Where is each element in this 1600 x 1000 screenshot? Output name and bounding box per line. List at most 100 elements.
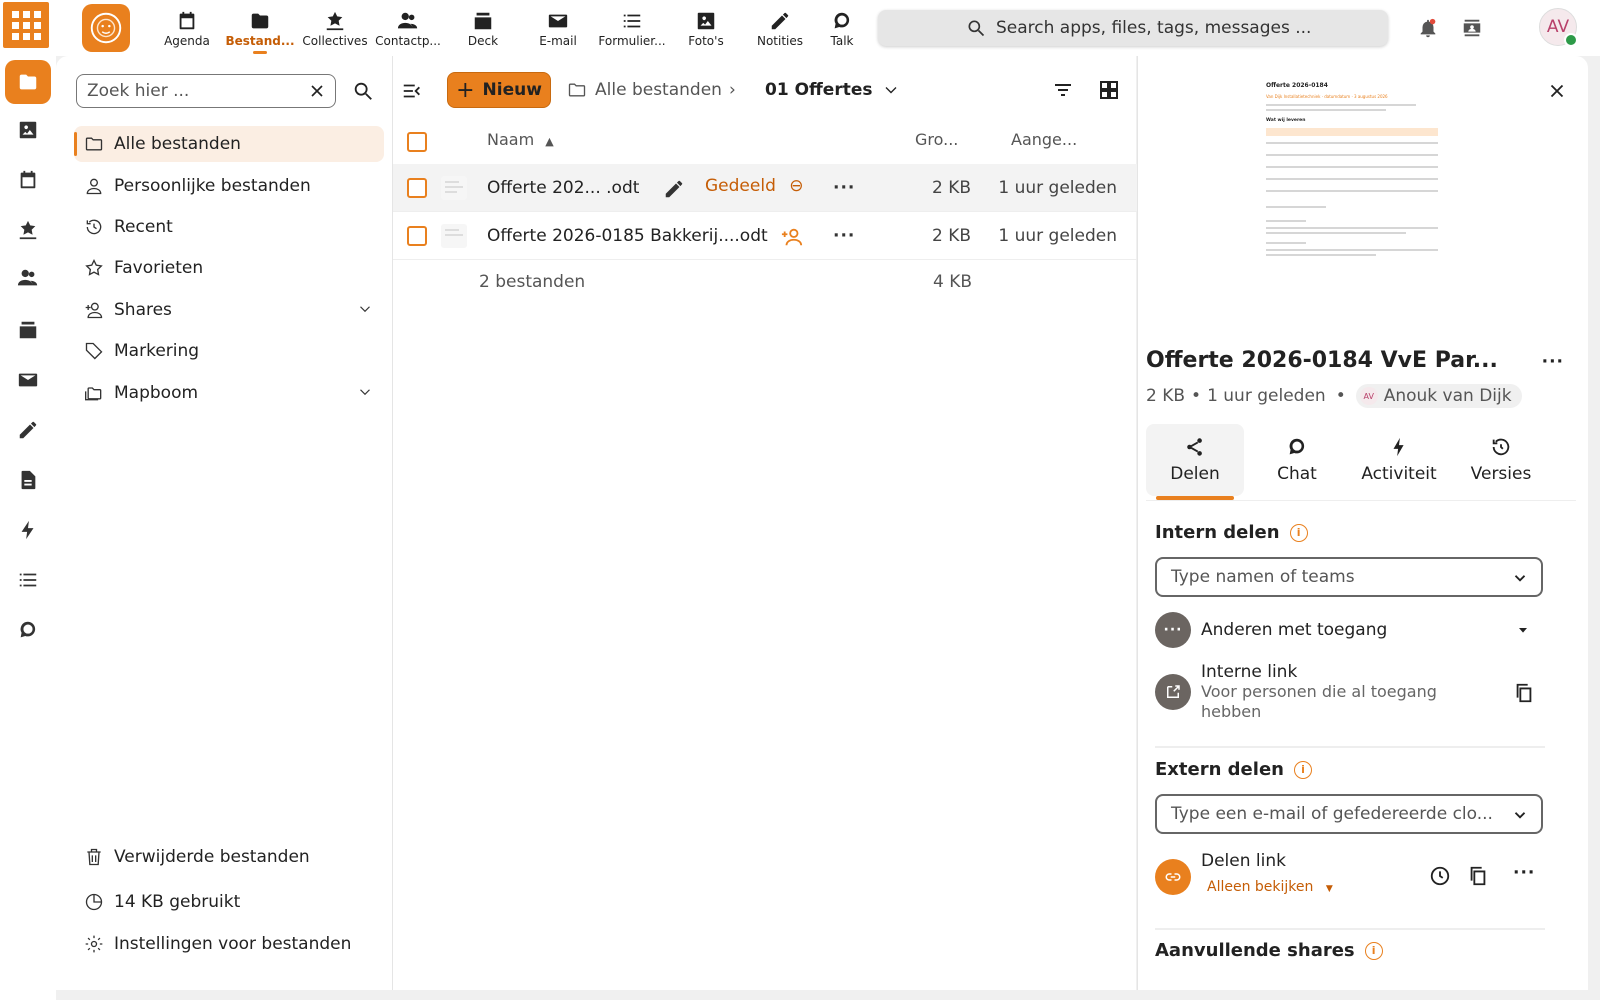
unified-search[interactable]: Search apps, files, tags, messages ... — [878, 10, 1388, 46]
file-name[interactable]: Offerte 202... .odt — [487, 178, 639, 198]
bolt-icon — [1393, 437, 1404, 457]
nav-shares[interactable]: Shares — [74, 292, 384, 328]
app-menu-icon[interactable] — [3, 2, 49, 48]
user-avatar[interactable]: AV — [1539, 8, 1578, 47]
deck-icon — [19, 321, 37, 339]
nav-recent[interactable]: Recent — [74, 209, 384, 245]
dock-activity[interactable] — [5, 508, 51, 552]
tab-activity[interactable]: Activiteit — [1350, 424, 1448, 496]
app-talk[interactable]: Talk — [818, 10, 866, 48]
share-icon — [1187, 438, 1202, 456]
dock-deck[interactable] — [5, 308, 51, 352]
more-icon: ··· — [1155, 612, 1191, 648]
copy-icon[interactable] — [1513, 682, 1535, 704]
breadcrumb-root[interactable]: Alle bestanden — [567, 80, 722, 100]
internal-share-search[interactable]: Type namen of teams — [1155, 557, 1543, 597]
more-actions-icon[interactable]: ··· — [833, 226, 855, 246]
dock-mail[interactable] — [5, 358, 51, 402]
edit-icon[interactable] — [663, 178, 685, 200]
share-add-user-icon[interactable] — [781, 226, 803, 248]
more-actions-icon[interactable]: ··· — [833, 178, 855, 198]
owner-chip[interactable]: AV Anouk van Dijk — [1355, 384, 1522, 408]
column-size[interactable]: Gro... — [915, 130, 958, 149]
nav-favorites[interactable]: Favorieten — [74, 250, 384, 286]
sort-ascending-icon: ▲ — [545, 135, 554, 148]
others-with-access[interactable]: ··· Anderen met toegang — [1155, 612, 1555, 652]
file-name[interactable]: Offerte 2026-0185 Bakkerij....odt — [487, 226, 768, 246]
column-modified[interactable]: Aange... — [1011, 130, 1077, 149]
tab-sharing[interactable]: Delen — [1146, 424, 1244, 500]
forms-icon — [623, 14, 641, 28]
dock-contacts[interactable] — [5, 256, 51, 300]
dock-text[interactable] — [5, 458, 51, 502]
external-share-heading: Extern delen i — [1155, 759, 1312, 780]
app-deck[interactable]: Deck — [447, 10, 519, 48]
nav-trash[interactable]: Verwijderde bestanden — [74, 839, 384, 875]
app-forms[interactable]: Formulier... — [596, 10, 668, 48]
app-agenda[interactable]: Agenda — [151, 10, 223, 48]
nav-all-files[interactable]: Alle bestanden — [74, 126, 384, 162]
deck-icon — [474, 12, 492, 30]
dock-calendar[interactable] — [5, 158, 51, 202]
table-row[interactable]: Offerte 202... .odt Gedeeld ⊖ ··· 2 KB 1… — [393, 164, 1137, 212]
chevron-down-icon[interactable] — [356, 300, 374, 318]
info-icon[interactable]: i — [1289, 523, 1308, 542]
close-icon[interactable] — [1546, 80, 1568, 102]
dock-files[interactable] — [5, 60, 51, 104]
app-notes[interactable]: Notities — [744, 10, 816, 48]
select-all-checkbox[interactable] — [407, 132, 427, 152]
toggle-navigation-icon[interactable] — [401, 80, 423, 102]
chevron-down-icon[interactable] — [356, 383, 374, 401]
copy-icon[interactable] — [1467, 865, 1489, 887]
info-icon[interactable]: i — [1364, 941, 1383, 960]
dock-notes[interactable] — [5, 408, 51, 452]
new-button[interactable]: + Nieuw — [447, 72, 551, 108]
document-icon — [21, 470, 36, 490]
table-row[interactable]: Offerte 2026-0185 Bakkerij....odt ··· 2 … — [393, 212, 1137, 260]
more-actions-icon[interactable]: ··· — [1513, 863, 1535, 883]
notifications-button[interactable] — [1414, 14, 1442, 42]
nav-personal-files[interactable]: Persoonlijke bestanden — [74, 168, 384, 204]
additional-shares-heading: Aanvullende shares i — [1155, 940, 1383, 961]
file-thumbnail — [441, 176, 467, 200]
app-mail[interactable]: E-mail — [522, 10, 594, 48]
info-icon[interactable]: i — [1293, 760, 1312, 779]
breadcrumb-current[interactable]: 01 Offertes — [765, 80, 901, 100]
column-name[interactable]: Naam ▲ — [487, 130, 554, 149]
more-actions-icon[interactable]: ··· — [1542, 352, 1564, 372]
nav-tags[interactable]: Markering — [74, 333, 384, 369]
lion-logo-icon[interactable] — [82, 4, 130, 52]
dock-collectives[interactable] — [5, 208, 51, 252]
chevron-down-icon — [1514, 812, 1526, 819]
mail-icon — [548, 14, 568, 28]
star-icon — [85, 258, 103, 276]
contacts-menu-button[interactable] — [1458, 14, 1486, 42]
shared-label[interactable]: Gedeeld ⊖ — [705, 176, 804, 196]
grid-view-icon[interactable] — [1097, 78, 1121, 102]
app-photos[interactable]: Foto's — [670, 10, 742, 48]
app-contacts[interactable]: Contactp... — [372, 10, 444, 48]
row-checkbox[interactable] — [407, 178, 427, 198]
dock-photos[interactable] — [5, 108, 51, 152]
filter-input[interactable]: Zoek hier ... — [76, 74, 336, 108]
app-files[interactable]: Bestand... — [224, 10, 296, 54]
nav-folder-tree[interactable]: Mapboom — [74, 375, 384, 411]
nav-files-settings[interactable]: Instellingen voor bestanden — [74, 926, 384, 962]
close-icon[interactable] — [307, 81, 327, 101]
dock-talk[interactable] — [5, 608, 51, 652]
row-checkbox[interactable] — [407, 226, 427, 246]
tab-chat[interactable]: Chat — [1248, 424, 1346, 496]
external-link-icon — [1155, 674, 1191, 710]
external-share-search[interactable]: Type een e-mail of gefedereerde clo... — [1155, 794, 1543, 834]
link-permission-dropdown[interactable]: Alleen bekijken ▼ — [1207, 879, 1333, 895]
filter-icon[interactable] — [1051, 78, 1075, 102]
top-bar: Agenda Bestand... Collectives Contactp..… — [56, 0, 1600, 56]
folder-icon — [19, 74, 37, 90]
dock-forms[interactable] — [5, 558, 51, 602]
tab-versions[interactable]: Versies — [1452, 424, 1550, 496]
files-navigation: Zoek hier ... Alle bestanden Persoonlijk… — [56, 56, 392, 990]
clock-icon[interactable] — [1429, 865, 1451, 887]
app-collectives[interactable]: Collectives — [299, 10, 371, 48]
search-icon[interactable] — [352, 80, 374, 102]
section-divider — [1155, 928, 1545, 930]
